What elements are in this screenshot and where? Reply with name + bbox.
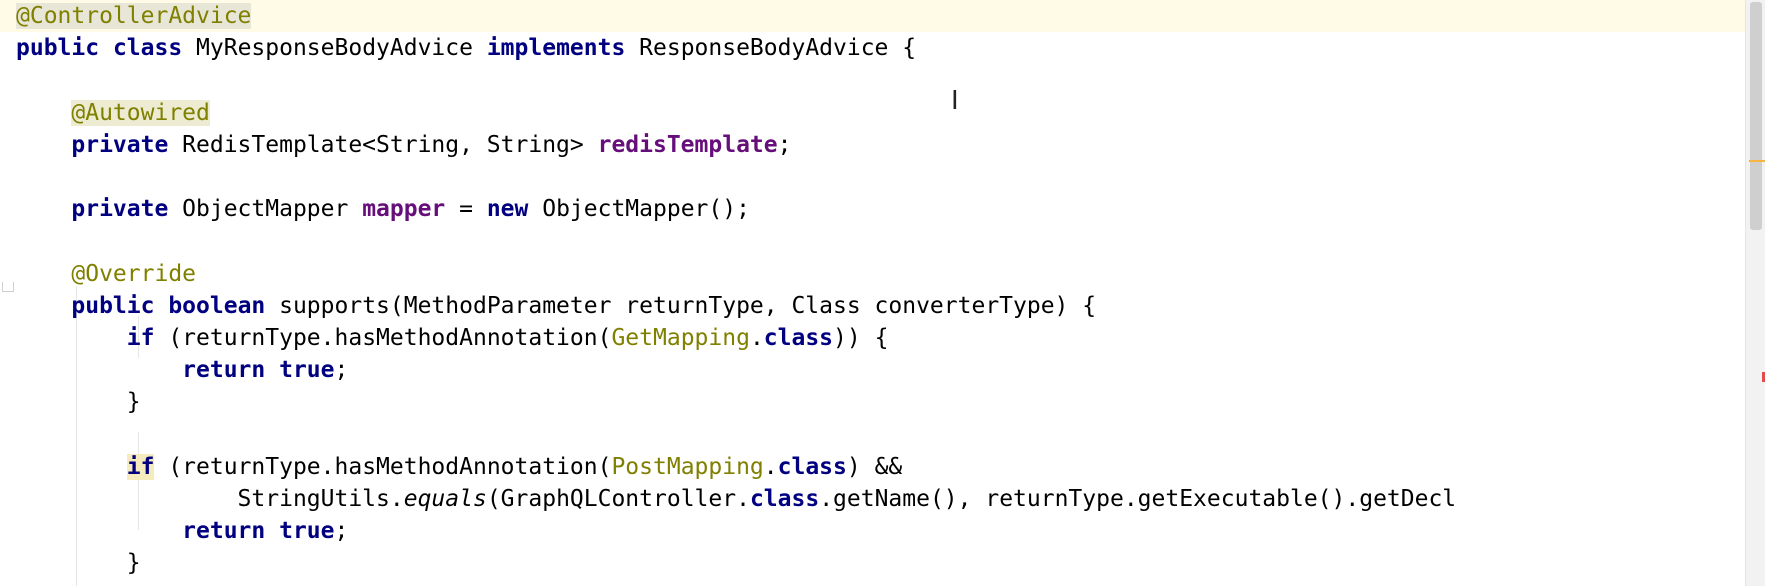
code-token: ObjectMapper(); bbox=[542, 196, 750, 223]
code-token: @ControllerAdvice bbox=[16, 3, 252, 29]
warning-marker[interactable] bbox=[1749, 160, 1765, 162]
code-token: if bbox=[126, 325, 155, 351]
code-token: true bbox=[279, 357, 335, 384]
code-token: } bbox=[16, 389, 141, 416]
code-token: class bbox=[777, 453, 847, 480]
code-line[interactable]: } bbox=[0, 386, 1761, 418]
code-line[interactable]: private RedisTemplate<String, String> re… bbox=[0, 129, 1761, 161]
code-line[interactable]: @Autowired bbox=[0, 97, 1761, 129]
code-token: mapper bbox=[362, 196, 446, 223]
code-token: ) && bbox=[846, 453, 903, 480]
vertical-scrollbar[interactable] bbox=[1745, 0, 1765, 586]
code-line[interactable]: return true; bbox=[0, 515, 1761, 547]
code-token: } bbox=[16, 550, 141, 577]
code-line[interactable]: if (returnType.hasMethodAnnotation(GetMa… bbox=[0, 322, 1761, 354]
code-token: @Override bbox=[71, 260, 197, 287]
code-editor[interactable]: @ControllerAdvice public class MyResponse… bbox=[0, 0, 1765, 586]
code-token: MyResponseBodyAdvice bbox=[196, 35, 487, 62]
code-token: return bbox=[182, 357, 280, 384]
code-token: boolean bbox=[168, 292, 280, 319]
code-token: PostMapping bbox=[611, 453, 764, 480]
code-token: ; bbox=[334, 357, 349, 384]
code-token: (returnType.hasMethodAnnotation( bbox=[154, 325, 612, 351]
code-token: (GraphQLController. bbox=[486, 486, 750, 512]
code-line[interactable]: return true; bbox=[0, 354, 1761, 386]
code-token: ; bbox=[777, 131, 792, 158]
code-token: . bbox=[749, 325, 764, 351]
code-token: public bbox=[71, 292, 169, 319]
code-token: class bbox=[112, 35, 197, 62]
code-line[interactable]: @ControllerAdvice bbox=[0, 0, 1761, 32]
code-token: class bbox=[763, 325, 834, 351]
code-token: equals bbox=[403, 486, 487, 512]
code-line[interactable]: @Override bbox=[0, 258, 1761, 290]
code-token: private bbox=[71, 131, 183, 158]
code-token: ; bbox=[334, 518, 349, 545]
code-token: true bbox=[279, 518, 335, 545]
code-token: ResponseBodyAdvice { bbox=[639, 35, 917, 62]
code-token: . bbox=[763, 453, 778, 480]
code-token: if bbox=[126, 453, 155, 480]
code-area[interactable]: @ControllerAdvice public class MyResponse… bbox=[0, 0, 1745, 586]
code-token: )) { bbox=[833, 325, 889, 351]
code-token: return bbox=[182, 518, 280, 545]
code-token: .getName(), returnType.getExecutable().g… bbox=[819, 486, 1457, 512]
code-line[interactable]: public class MyResponseBodyAdvice implem… bbox=[0, 32, 1761, 64]
code-line[interactable] bbox=[0, 64, 1761, 96]
scrollbar-thumb[interactable] bbox=[1750, 2, 1762, 230]
code-token: (returnType.hasMethodAnnotation( bbox=[154, 453, 612, 480]
code-token: ObjectMapper bbox=[182, 196, 363, 223]
code-line[interactable] bbox=[0, 225, 1761, 257]
code-line[interactable] bbox=[0, 419, 1761, 451]
code-token: GetMapping bbox=[611, 325, 750, 351]
code-token: supports(MethodParameter returnType, Cla… bbox=[279, 292, 1097, 319]
code-token: = bbox=[445, 196, 487, 223]
code-line[interactable]: StringUtils.equals(GraphQLController.cla… bbox=[0, 483, 1761, 515]
code-token: redisTemplate bbox=[597, 131, 778, 158]
code-line[interactable] bbox=[0, 161, 1761, 193]
code-token: new bbox=[486, 196, 543, 223]
code-token: RedisTemplate<String, String> bbox=[182, 131, 598, 158]
i-beam-cursor-icon: I bbox=[951, 86, 959, 116]
code-token: class bbox=[749, 486, 820, 512]
code-token: StringUtils. bbox=[16, 486, 404, 512]
code-token: private bbox=[71, 196, 183, 223]
code-token: public bbox=[16, 35, 113, 62]
code-line[interactable]: public boolean supports(MethodParameter … bbox=[0, 290, 1761, 322]
code-token: @Autowired bbox=[71, 99, 210, 126]
code-token: implements bbox=[486, 35, 640, 62]
code-line[interactable]: private ObjectMapper mapper = new Object… bbox=[0, 193, 1761, 225]
code-line[interactable]: if (returnType.hasMethodAnnotation(PostM… bbox=[0, 451, 1761, 483]
code-line[interactable]: } bbox=[0, 547, 1761, 579]
